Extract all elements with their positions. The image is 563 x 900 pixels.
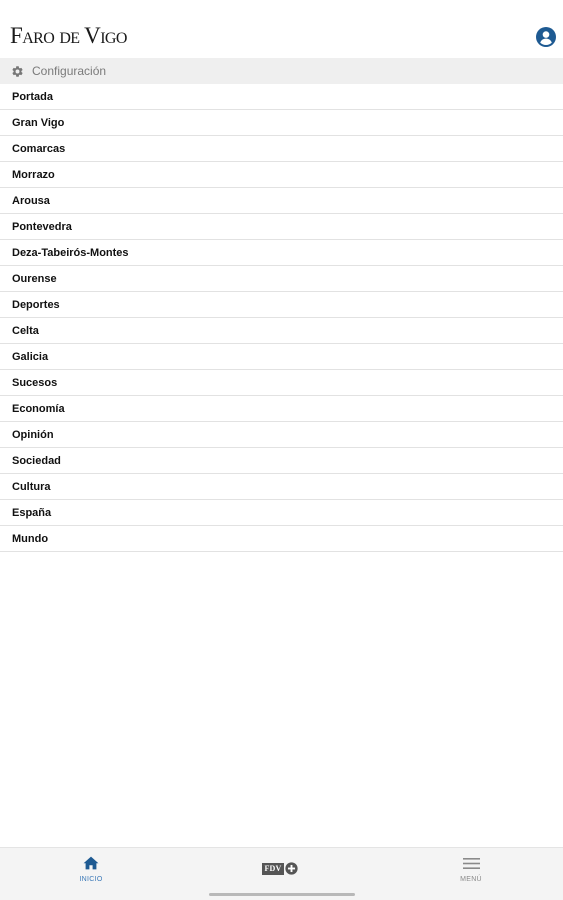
section-list: Portada Gran Vigo Comarcas Morrazo Arous… [0, 84, 563, 552]
section-item-arousa[interactable]: Arousa [0, 188, 563, 214]
tab-inicio-label: INICIO [79, 876, 103, 883]
section-item-deportes[interactable]: Deportes [0, 292, 563, 318]
home-indicator [209, 893, 355, 896]
section-item-galicia[interactable]: Galicia [0, 344, 563, 370]
section-item-sucesos[interactable]: Sucesos [0, 370, 563, 396]
tab-menu[interactable]: MENÚ [440, 848, 502, 888]
section-item-cultura[interactable]: Cultura [0, 474, 563, 500]
section-item-celta[interactable]: Celta [0, 318, 563, 344]
section-item-sociedad[interactable]: Sociedad [0, 448, 563, 474]
section-item-gran-vigo[interactable]: Gran Vigo [0, 110, 563, 136]
hamburger-menu-icon [462, 856, 480, 870]
section-item-ourense[interactable]: Ourense [0, 266, 563, 292]
faro-de-vigo-logo[interactable]: Faro de Vigo [10, 22, 127, 50]
section-item-espana[interactable]: España [0, 500, 563, 526]
user-circle-icon[interactable] [536, 27, 556, 47]
plus-circle-icon [284, 862, 298, 875]
section-item-pontevedra[interactable]: Pontevedra [0, 214, 563, 240]
home-icon [83, 856, 99, 870]
section-item-deza-tabeiros-montes[interactable]: Deza-Tabeirós-Montes [0, 240, 563, 266]
configuracion-button[interactable]: Configuración [0, 58, 563, 84]
section-item-economia[interactable]: Economía [0, 396, 563, 422]
tab-inicio[interactable]: INICIO [60, 848, 122, 888]
fdv-label: FDV [262, 862, 284, 875]
configuracion-label: Configuración [32, 64, 107, 78]
tab-fdv-plus[interactable]: FDV [250, 848, 310, 888]
gear-icon [11, 65, 24, 78]
section-item-comarcas[interactable]: Comarcas [0, 136, 563, 162]
section-item-morrazo[interactable]: Morrazo [0, 162, 563, 188]
section-item-portada[interactable]: Portada [0, 84, 563, 110]
app-header: Faro de Vigo [0, 0, 563, 58]
section-item-mundo[interactable]: Mundo [0, 526, 563, 552]
section-item-opinion[interactable]: Opinión [0, 422, 563, 448]
tab-menu-label: MENÚ [460, 876, 482, 883]
